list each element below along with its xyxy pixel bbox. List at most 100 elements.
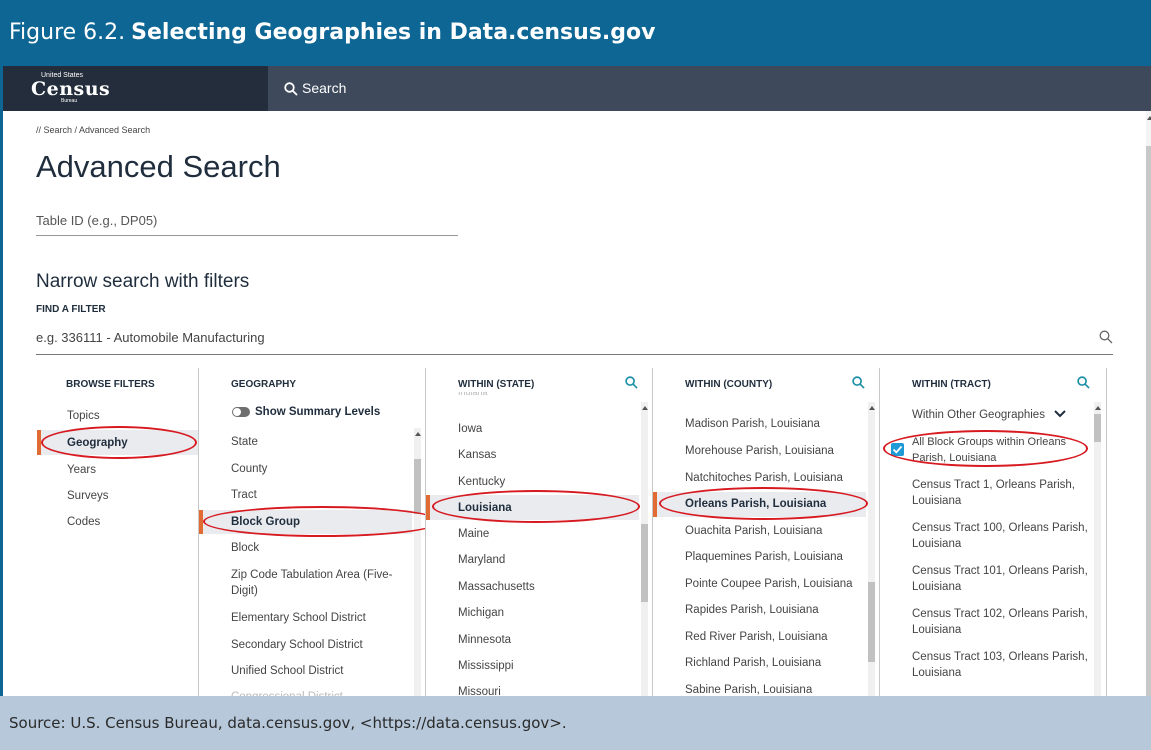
tract-line-1: Census Tract 102, Orleans Parish, xyxy=(912,608,1088,620)
browse-filters-heading: BROWSE FILTERS xyxy=(66,379,155,390)
figure-number: Figure 6.2. xyxy=(9,20,126,45)
state-item-kansas[interactable]: Kansas xyxy=(458,447,496,463)
scroll-up-arrow[interactable] xyxy=(1095,406,1101,410)
county-item[interactable]: Natchitoches Parish, Louisiana xyxy=(685,470,843,486)
geography-item-elementary[interactable]: Elementary School District xyxy=(231,610,366,626)
scroll-up-arrow[interactable] xyxy=(415,432,421,436)
scroll-up-arrow[interactable] xyxy=(869,406,875,410)
county-item[interactable]: Sabine Parish, Louisiana xyxy=(685,682,812,696)
within-other-geographies-dropdown[interactable]: Within Other Geographies xyxy=(912,407,1066,423)
geography-scroll-thumb[interactable] xyxy=(414,459,421,514)
county-item[interactable]: Ouachita Parish, Louisiana xyxy=(685,523,822,539)
tract-column: WITHIN (TRACT) Within Other Geographies … xyxy=(880,366,1106,696)
scroll-up-arrow[interactable] xyxy=(642,406,648,410)
county-item[interactable]: Plaquemines Parish, Louisiana xyxy=(685,549,843,565)
summary-levels-toggle[interactable] xyxy=(232,407,250,417)
tract-scrollbar[interactable] xyxy=(1094,402,1101,696)
nav-search-button[interactable]: Search xyxy=(284,80,346,96)
county-heading: WITHIN (COUNTY) xyxy=(685,379,773,390)
source-caption: Source: U.S. Census Bureau, data.census.… xyxy=(0,696,1151,750)
state-scroll-thumb[interactable] xyxy=(641,524,648,602)
tract-line-2: Louisiana xyxy=(912,495,962,507)
tract-item[interactable]: Census Tract 101, Orleans Parish, Louisia… xyxy=(912,563,1088,595)
state-item-iowa[interactable]: Iowa xyxy=(458,421,482,437)
highlight-oval xyxy=(41,426,197,459)
county-scroll-thumb[interactable] xyxy=(868,582,875,662)
selected-indicator xyxy=(426,495,430,520)
table-id-input[interactable]: Table ID (e.g., DP05) xyxy=(36,213,458,236)
tract-line-2: Louisiana xyxy=(912,667,962,679)
state-item-michigan[interactable]: Michigan xyxy=(458,605,504,621)
state-heading: WITHIN (STATE) xyxy=(458,379,535,390)
state-item-missouri[interactable]: Missouri xyxy=(458,684,501,696)
tract-item[interactable]: Census Tract 102, Orleans Parish, Louisia… xyxy=(912,606,1088,638)
state-item-kentucky[interactable]: Kentucky xyxy=(458,474,505,490)
highlight-oval xyxy=(883,430,1088,467)
dropdown-label: Within Other Geographies xyxy=(912,409,1045,421)
narrow-search-heading: Narrow search with filters xyxy=(36,271,250,292)
geography-heading: GEOGRAPHY xyxy=(231,379,297,390)
state-item-maine[interactable]: Maine xyxy=(458,526,489,542)
top-nav-bar: United States Census Bureau Search xyxy=(3,66,1151,111)
state-item-indiana[interactable]: Indiana xyxy=(458,392,488,398)
county-item[interactable]: Richland Parish, Louisiana xyxy=(685,655,821,671)
logo-main-text: Census xyxy=(31,78,111,100)
browse-item-codes[interactable]: Codes xyxy=(67,514,100,530)
tract-line-2: Louisiana xyxy=(912,538,962,550)
browse-filters-column: BROWSE FILTERS Topics Geography Years Su… xyxy=(3,366,198,696)
tract-line-2: Louisiana xyxy=(912,581,962,593)
state-item-minnesota[interactable]: Minnesota xyxy=(458,632,511,648)
browse-item-years[interactable]: Years xyxy=(67,462,96,478)
tract-heading: WITHIN (TRACT) xyxy=(912,379,991,390)
highlight-oval xyxy=(203,506,425,537)
chevron-down-icon xyxy=(1054,410,1066,418)
page-title: Advanced Search xyxy=(36,149,281,184)
geography-item-tract[interactable]: Tract xyxy=(231,487,257,503)
browse-item-surveys[interactable]: Surveys xyxy=(67,488,109,504)
tract-scroll-thumb[interactable] xyxy=(1094,414,1101,442)
nav-search-label: Search xyxy=(302,80,347,96)
state-item-massachusetts[interactable]: Massachusetts xyxy=(458,579,535,595)
highlight-oval xyxy=(659,487,868,520)
tract-item[interactable]: Census Tract 103, Orleans Parish, Louisia… xyxy=(912,649,1088,681)
county-item[interactable]: Madison Parish, Louisiana xyxy=(685,416,820,432)
geography-item-block[interactable]: Block xyxy=(231,540,259,556)
scroll-up-arrow[interactable] xyxy=(1147,116,1151,120)
tract-line-1: Census Tract 101, Orleans Parish, xyxy=(912,565,1088,577)
logo-area: United States Census Bureau xyxy=(3,66,268,111)
state-item-mississippi[interactable]: Mississippi xyxy=(458,658,514,674)
search-icon[interactable] xyxy=(852,376,865,389)
geography-item-unified[interactable]: Unified School District xyxy=(231,663,343,679)
summary-levels-label: Show Summary Levels xyxy=(255,406,381,418)
page-scroll-thumb[interactable] xyxy=(1146,146,1151,696)
county-item[interactable]: Morehouse Parish, Louisiana xyxy=(685,443,834,459)
selected-indicator xyxy=(653,492,657,517)
browse-item-topics[interactable]: Topics xyxy=(67,408,100,424)
zcta-line-1: Zip Code Tabulation Area (Five- xyxy=(231,569,393,581)
search-icon[interactable] xyxy=(625,376,638,389)
geography-item-county[interactable]: County xyxy=(231,461,267,477)
geography-item-secondary[interactable]: Secondary School District xyxy=(231,637,363,653)
tract-line-2: Louisiana xyxy=(912,624,962,636)
filter-search-input[interactable]: e.g. 336111 - Automobile Manufacturing xyxy=(36,330,1113,355)
search-icon xyxy=(284,82,298,96)
county-item[interactable]: Pointe Coupee Parish, Louisiana xyxy=(685,576,853,592)
state-item-maryland[interactable]: Maryland xyxy=(458,552,505,568)
geography-item-cut-off[interactable]: Congressional District xyxy=(231,689,343,696)
county-item[interactable]: Rapides Parish, Louisiana xyxy=(685,602,819,618)
filter-placeholder: e.g. 336111 - Automobile Manufacturing xyxy=(36,330,265,345)
breadcrumb[interactable]: // Search / Advanced Search xyxy=(36,125,150,135)
search-icon[interactable] xyxy=(1077,376,1090,389)
tract-item[interactable]: Census Tract 100, Orleans Parish, Louisia… xyxy=(912,520,1088,552)
highlight-oval xyxy=(432,490,640,523)
county-item[interactable]: Red River Parish, Louisiana xyxy=(685,629,828,645)
column-divider xyxy=(1106,368,1107,696)
census-logo[interactable]: United States Census Bureau xyxy=(31,72,110,104)
search-icon[interactable] xyxy=(1099,330,1113,344)
geography-item-state[interactable]: State xyxy=(231,434,258,450)
tract-item[interactable]: Census Tract 1, Orleans Parish, Louisiana xyxy=(912,477,1075,509)
find-filter-label: FIND A FILTER xyxy=(36,304,106,315)
figure-caption: Selecting Geographies in Data.census.gov xyxy=(131,20,656,45)
geography-item-zcta[interactable]: Zip Code Tabulation Area (Five- Digit) xyxy=(231,567,393,599)
geography-column: GEOGRAPHY Show Summary Levels State Coun… xyxy=(199,366,425,696)
